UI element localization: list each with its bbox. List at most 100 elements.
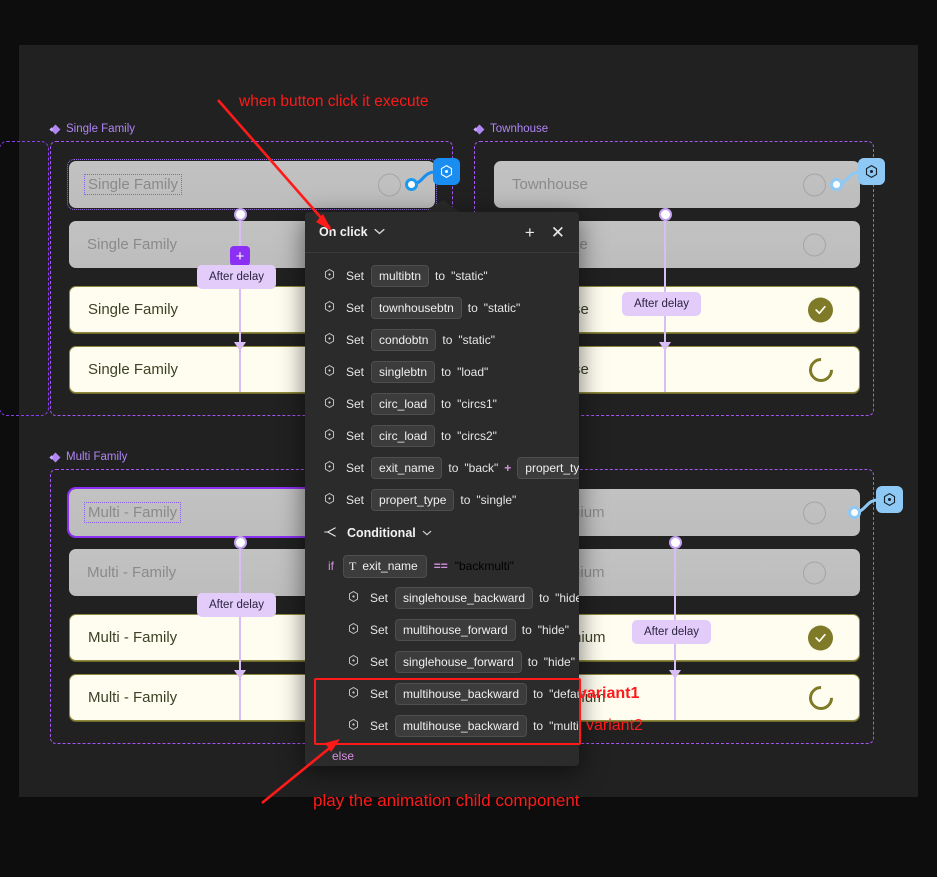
- variable-chip[interactable]: multihouse_forward: [395, 619, 516, 641]
- flow-label-after-delay[interactable]: After delay: [632, 620, 711, 644]
- component-diamond-icon: [50, 452, 61, 463]
- else-keyword[interactable]: else: [305, 742, 579, 766]
- branch-action-row[interactable]: Set multihouse_forward to "hide": [305, 614, 579, 646]
- gear-icon: [323, 396, 336, 412]
- variable-chip[interactable]: circ_load: [371, 393, 436, 415]
- section-label-townhouse[interactable]: Townhouse: [474, 123, 548, 135]
- value-text[interactable]: "hide": [538, 623, 569, 637]
- check-icon: [808, 297, 833, 322]
- to-keyword: to: [467, 301, 478, 315]
- set-keyword: Set: [370, 591, 389, 605]
- value-text[interactable]: "static": [451, 269, 488, 283]
- variable-chip[interactable]: multibtn: [371, 265, 430, 287]
- flow-arrow-icon: [659, 342, 671, 351]
- concat-operator: +: [504, 461, 512, 475]
- action-node-single-family[interactable]: [433, 158, 460, 185]
- to-keyword: to: [441, 365, 452, 379]
- add-action-button[interactable]: +: [525, 224, 535, 241]
- flow-label-after-delay[interactable]: After delay: [622, 292, 701, 316]
- branch-action-row[interactable]: Set singlehouse_backward to "hide": [305, 582, 579, 614]
- condition-variable-chip[interactable]: T exit_name: [343, 554, 427, 578]
- conditional-block-header[interactable]: Conditional: [305, 516, 579, 550]
- action-row[interactable]: Set singlebtn to "load": [305, 356, 579, 388]
- flow-arrow-icon: [234, 670, 246, 679]
- value-text[interactable]: "static": [458, 333, 495, 347]
- set-keyword: Set: [370, 623, 389, 637]
- gear-icon: [323, 332, 336, 348]
- variable-chip[interactable]: singlehouse_forward: [395, 651, 522, 673]
- variable-chip[interactable]: condobtn: [371, 329, 437, 351]
- variable-chip[interactable]: circ_load: [371, 425, 436, 447]
- app-root: Single Family Single Family Single Famil…: [0, 0, 937, 877]
- card-single-family-1[interactable]: Single Family: [69, 161, 435, 208]
- variable-chip[interactable]: townhousebtn: [371, 297, 462, 319]
- trailing-circle-icon: [803, 233, 826, 256]
- condition-value[interactable]: "backmulti": [455, 559, 514, 573]
- flow-start-dot[interactable]: [234, 536, 247, 549]
- variable-chip[interactable]: singlehouse_backward: [395, 587, 534, 609]
- variable-chip[interactable]: exit_name: [371, 457, 443, 479]
- connection-anchor-dot[interactable]: [405, 178, 418, 191]
- flow-label-after-delay[interactable]: After delay: [197, 593, 276, 617]
- flow-arrow-icon: [234, 342, 246, 351]
- action-row[interactable]: Set condobtn to "static": [305, 324, 579, 356]
- card-townhouse-1[interactable]: Townhouse: [494, 161, 860, 208]
- action-row[interactable]: Set circ_load to "circs1": [305, 388, 579, 420]
- component-diamond-icon: [474, 124, 485, 135]
- branch-action-row[interactable]: Set singlehouse_forward to "hide": [305, 646, 579, 678]
- connection-anchor-dot[interactable]: [830, 178, 843, 191]
- set-keyword: Set: [346, 365, 365, 379]
- value-text[interactable]: "load": [457, 365, 488, 379]
- condition-variable-name: exit_name: [362, 559, 418, 573]
- action-node-townhouse[interactable]: [858, 158, 885, 185]
- to-keyword: to: [539, 591, 550, 605]
- chevron-down-icon[interactable]: [374, 227, 385, 237]
- flow-label-after-delay[interactable]: After delay: [197, 265, 276, 289]
- value-text[interactable]: "single": [476, 493, 516, 507]
- trailing-circle-icon: [378, 173, 401, 196]
- value-text[interactable]: "circs1": [457, 397, 497, 411]
- gear-icon: [323, 300, 336, 316]
- value-text[interactable]: "static": [484, 301, 521, 315]
- to-keyword: to: [527, 655, 538, 669]
- to-keyword: to: [441, 429, 452, 443]
- loading-spinner-icon: [804, 352, 838, 387]
- set-keyword: Set: [346, 461, 365, 475]
- connection-anchor-dot[interactable]: [848, 506, 861, 519]
- if-keyword: if: [328, 559, 334, 573]
- action-row[interactable]: Set propert_type to "single": [305, 484, 579, 516]
- gear-icon: [323, 428, 336, 444]
- annotation-bottom-note: play the animation child component: [313, 791, 580, 810]
- concat-variable-chip[interactable]: propert_typ: [517, 457, 579, 479]
- value-text[interactable]: "circs2": [457, 429, 497, 443]
- close-icon[interactable]: ✕: [551, 224, 565, 241]
- action-row[interactable]: Set circ_load to "circs2": [305, 420, 579, 452]
- flow-start-dot[interactable]: [669, 536, 682, 549]
- action-row[interactable]: Set multibtn to "static": [305, 260, 579, 292]
- annotation-highlight-box: [314, 678, 581, 745]
- section-label-single-family[interactable]: Single Family: [50, 123, 135, 135]
- value-text[interactable]: "hide": [544, 655, 575, 669]
- set-keyword: Set: [346, 429, 365, 443]
- action-row-concat[interactable]: Set exit_name to "back" + propert_typ: [305, 452, 579, 484]
- section-label-multi-family[interactable]: Multi Family: [50, 451, 127, 463]
- action-row[interactable]: Set townhousebtn to "static": [305, 292, 579, 324]
- branch-icon: [323, 525, 337, 542]
- flow-start-dot[interactable]: [659, 208, 672, 221]
- flow-start-dot[interactable]: [234, 208, 247, 221]
- value-text[interactable]: "hide": [555, 591, 579, 605]
- check-icon: [808, 625, 833, 650]
- chevron-down-icon[interactable]: [422, 528, 432, 538]
- variable-chip[interactable]: propert_type: [371, 489, 455, 511]
- variable-chip[interactable]: singlebtn: [371, 361, 436, 383]
- value-text[interactable]: "back": [464, 461, 498, 475]
- trailing-circle-icon: [803, 173, 826, 196]
- comparison-operator: ==: [433, 559, 448, 573]
- add-step-button[interactable]: +: [230, 246, 250, 266]
- to-keyword: to: [460, 493, 471, 507]
- panel-title: On click: [319, 225, 368, 239]
- if-condition-row[interactable]: if T exit_name == "backmulti": [305, 550, 579, 582]
- set-keyword: Set: [346, 493, 365, 507]
- gear-icon: [347, 654, 360, 670]
- action-node-condominium[interactable]: [876, 486, 903, 513]
